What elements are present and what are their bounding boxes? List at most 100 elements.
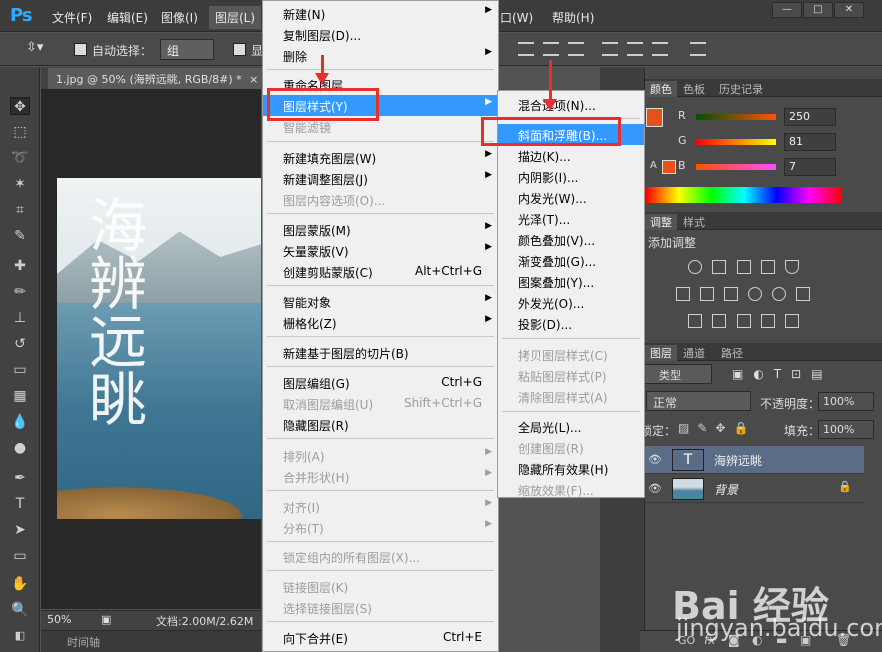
- submenu-satin[interactable]: 光泽(T)...: [498, 208, 644, 229]
- threshold-icon[interactable]: [737, 314, 751, 328]
- tab-paths[interactable]: 路径: [721, 345, 743, 361]
- document-tab[interactable]: 1.jpg @ 50% (海辨远眺, RGB/8#) * ×: [48, 68, 267, 89]
- menu-item-group-layers[interactable]: 图层编组(G) Ctrl+G: [263, 372, 498, 393]
- submenu-color-overlay[interactable]: 颜色叠加(V)...: [498, 229, 644, 250]
- align-bottom-icon[interactable]: [568, 42, 584, 56]
- move-tool-icon[interactable]: ⇳▾: [26, 40, 43, 55]
- document-tab-close[interactable]: ×: [249, 73, 258, 86]
- layer-filter-icons[interactable]: ▣◐T⊡▤: [732, 367, 833, 381]
- menu-item-new-fill-layer[interactable]: 新建填充图层(W) ▶: [263, 147, 498, 168]
- menu-item-rasterize[interactable]: 栅格化(Z) ▶: [263, 312, 498, 333]
- color-spectrum-bar[interactable]: [646, 187, 842, 203]
- menu-image[interactable]: 图像(I): [161, 9, 198, 26]
- r-slider-track[interactable]: [696, 114, 776, 120]
- submenu-outer-glow[interactable]: 外发光(O)...: [498, 292, 644, 313]
- selective-color-icon[interactable]: [761, 314, 775, 328]
- black-white-icon[interactable]: [724, 287, 738, 301]
- lasso-tool-icon[interactable]: ➰: [10, 149, 30, 167]
- marquee-tool-icon[interactable]: ⬚: [10, 123, 30, 141]
- submenu-gradient-overlay[interactable]: 渐变叠加(G)...: [498, 250, 644, 271]
- posterize-icon[interactable]: [712, 314, 726, 328]
- brightness-icon[interactable]: [688, 260, 702, 274]
- submenu-pattern-overlay[interactable]: 图案叠加(Y)...: [498, 271, 644, 292]
- hue-saturation-icon[interactable]: [676, 287, 690, 301]
- levels-icon[interactable]: [712, 260, 726, 274]
- menu-help[interactable]: 帮助(H): [552, 9, 594, 26]
- clone-stamp-icon[interactable]: ⊥: [10, 309, 30, 327]
- fill-field[interactable]: 100%: [818, 420, 874, 439]
- history-brush-icon[interactable]: ↺: [10, 335, 30, 353]
- menu-item-new-layer-slice[interactable]: 新建基于图层的切片(B): [263, 342, 498, 363]
- canvas-text-layer[interactable]: 海辨远眺: [72, 195, 147, 427]
- menu-item-new-adjustment-layer[interactable]: 新建调整图层(J) ▶: [263, 168, 498, 189]
- channel-mixer-icon[interactable]: [772, 287, 786, 301]
- minimize-button[interactable]: —: [772, 2, 802, 18]
- zoom-level[interactable]: 50%: [47, 613, 71, 626]
- menu-edit[interactable]: 编辑(E): [107, 9, 148, 26]
- b-slider-track[interactable]: [696, 164, 776, 170]
- submenu-blending-options[interactable]: 混合选项(N)...: [498, 94, 644, 115]
- g-value-field[interactable]: 81: [784, 133, 836, 151]
- photo-filter-icon[interactable]: [748, 287, 762, 301]
- tab-layers[interactable]: 图层: [645, 345, 677, 361]
- g-slider-track[interactable]: [696, 139, 776, 145]
- tab-swatches[interactable]: 色板: [683, 81, 705, 97]
- magic-wand-icon[interactable]: ✶: [10, 175, 30, 193]
- exposure-icon[interactable]: [761, 260, 775, 274]
- close-button[interactable]: ✕: [834, 2, 864, 18]
- foreground-color-swatch[interactable]: [646, 108, 663, 127]
- align-hcenter-icon[interactable]: [627, 42, 643, 56]
- show-transform-checkbox[interactable]: [233, 43, 246, 56]
- layer-name[interactable]: 海辨远眺: [714, 452, 762, 469]
- tab-channels[interactable]: 通道: [683, 345, 705, 361]
- menu-item-clipping-mask[interactable]: 创建剪贴蒙版(C) Alt+Ctrl+G: [263, 261, 498, 282]
- align-left-icon[interactable]: [602, 42, 618, 56]
- tab-color[interactable]: 颜色: [645, 81, 677, 97]
- menu-layer[interactable]: 图层(L): [209, 6, 262, 29]
- type-tool-icon[interactable]: T: [10, 495, 30, 513]
- blend-mode-dropdown[interactable]: 正常: [646, 391, 751, 411]
- healing-brush-icon[interactable]: ✚: [10, 257, 30, 275]
- tab-history[interactable]: 历史记录: [719, 81, 763, 97]
- menu-item-duplicate[interactable]: 复制图层(D)...: [263, 24, 498, 45]
- opacity-field[interactable]: 100%: [818, 392, 874, 411]
- align-vcenter-icon[interactable]: [543, 42, 559, 56]
- pen-tool-icon[interactable]: ✒: [10, 469, 30, 487]
- eye-icon[interactable]: 👁: [648, 453, 662, 466]
- auto-select-checkbox[interactable]: [74, 43, 87, 56]
- color-lookup-icon[interactable]: [796, 287, 810, 301]
- menu-item-delete[interactable]: 删除 ▶: [263, 45, 498, 66]
- submenu-stroke[interactable]: 描边(K)...: [498, 145, 644, 166]
- eye-icon[interactable]: 👁: [648, 482, 662, 495]
- menu-item-new[interactable]: 新建(N) ▶: [263, 3, 498, 24]
- menu-item-smart-object[interactable]: 智能对象 ▶: [263, 291, 498, 312]
- submenu-inner-shadow[interactable]: 内阴影(I)...: [498, 166, 644, 187]
- layer-name[interactable]: 背景: [714, 481, 738, 498]
- vibrance-icon[interactable]: [785, 260, 799, 274]
- lock-icons[interactable]: ▨✎✥🔒: [678, 421, 756, 435]
- menu-item-merge-down[interactable]: 向下合并(E) Ctrl+E: [263, 627, 498, 648]
- eyedropper-icon[interactable]: ✎: [10, 227, 30, 245]
- submenu-inner-glow[interactable]: 内发光(W)...: [498, 187, 644, 208]
- layer-row-background[interactable]: 👁 背景 🔒: [640, 475, 864, 503]
- timeline-label[interactable]: 时间轴: [67, 634, 100, 650]
- gradient-map-icon[interactable]: [785, 314, 799, 328]
- auto-select-dropdown[interactable]: 组: [160, 39, 214, 60]
- align-top-icon[interactable]: [518, 42, 534, 56]
- submenu-global-light[interactable]: 全局光(L)...: [498, 416, 644, 437]
- menu-item-vector-mask[interactable]: 矢量蒙版(V) ▶: [263, 240, 498, 261]
- zoom-tool-icon[interactable]: 🔍: [10, 601, 30, 619]
- submenu-drop-shadow[interactable]: 投影(D)...: [498, 313, 644, 334]
- align-right-icon[interactable]: [652, 42, 668, 56]
- gamut-color-swatch[interactable]: [662, 160, 676, 174]
- layer-row-text[interactable]: 👁 T 海辨远眺: [640, 446, 864, 474]
- submenu-hide-all-effects[interactable]: 隐藏所有效果(H): [498, 458, 644, 479]
- curves-icon[interactable]: [737, 260, 751, 274]
- brush-tool-icon[interactable]: ✏: [10, 283, 30, 301]
- color-balance-icon[interactable]: [700, 287, 714, 301]
- menu-file[interactable]: 文件(F): [52, 9, 92, 26]
- swap-colors-icon[interactable]: ◧: [10, 627, 30, 645]
- blur-tool-icon[interactable]: 💧: [10, 413, 30, 431]
- hand-tool-icon[interactable]: ✋: [10, 575, 30, 593]
- gradient-tool-icon[interactable]: ▦: [10, 387, 30, 405]
